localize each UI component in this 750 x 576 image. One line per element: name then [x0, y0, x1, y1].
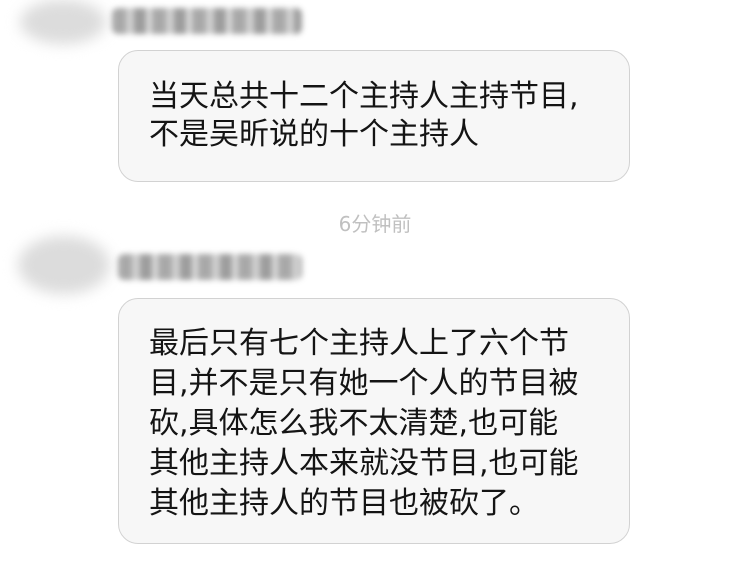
sender-name-blurred	[118, 254, 302, 280]
message-bubble[interactable]: 当天总共十二个主持人主持节目, 不是吴昕说的十个主持人	[118, 50, 630, 182]
sender-name-blurred	[112, 8, 302, 34]
message-text-line: 不是吴昕说的十个主持人	[149, 117, 479, 152]
message-text-line: 当天总共十二个主持人主持节目,	[149, 79, 579, 114]
message-bubble[interactable]: 最后只有七个主持人上了六个节 目,并不是只有她一个人的节目被 砍,具体怎么我不太…	[118, 298, 630, 544]
message-text-line: 砍,具体怎么我不太清楚,也可能	[149, 406, 559, 441]
message-text-line: 其他主持人的节目也被砍了。	[149, 486, 539, 521]
avatar[interactable]	[18, 236, 110, 294]
message-timestamp: 6分钟前	[338, 212, 412, 236]
avatar[interactable]	[20, 0, 106, 44]
message-text-line: 其他主持人本来就没节目,也可能	[149, 446, 579, 481]
message-text-line: 最后只有七个主持人上了六个节	[149, 326, 569, 361]
message-text-line: 目,并不是只有她一个人的节目被	[149, 366, 579, 401]
